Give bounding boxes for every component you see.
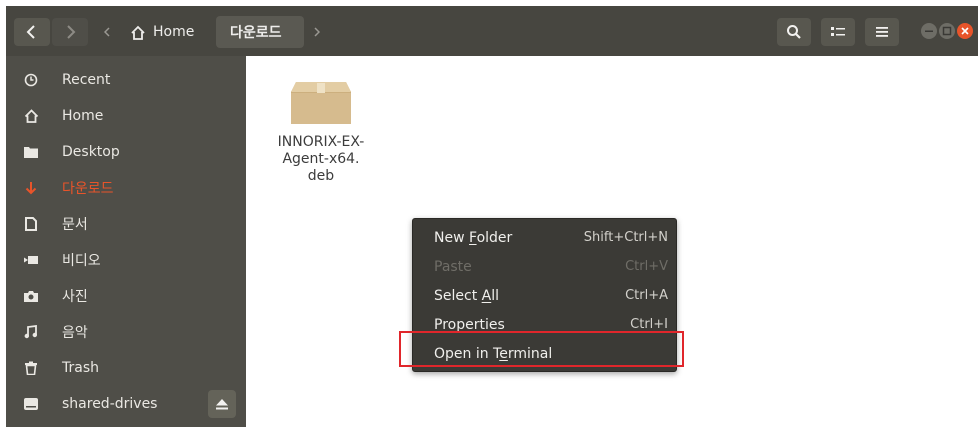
- minimize-icon: [925, 30, 933, 32]
- sidebar-item-videos[interactable]: 비디오: [6, 242, 246, 278]
- sidebar-item-label: 비디오: [62, 253, 101, 269]
- menu-item-accelerator: Ctrl+V: [625, 259, 668, 274]
- eject-button[interactable]: [208, 390, 236, 418]
- close-button[interactable]: [957, 23, 973, 39]
- music-icon: [20, 321, 42, 343]
- clock-icon: [20, 69, 42, 91]
- file-manager-window: Home 다운로드 Recent Home Desktop 다운로드 문서 비디…: [6, 6, 978, 427]
- sidebar-item-label: 음악: [62, 325, 88, 341]
- path-home-button[interactable]: Home: [120, 16, 212, 48]
- sidebar-item-music[interactable]: 음악: [6, 314, 246, 350]
- forward-button[interactable]: [52, 18, 88, 46]
- minimize-button[interactable]: [921, 23, 937, 39]
- highlight-annotation-box: [399, 331, 684, 367]
- file-name-line: INNORIX-EX-: [277, 134, 365, 150]
- chevron-right-icon: [67, 25, 76, 39]
- menu-button[interactable]: [865, 18, 899, 46]
- caret-left-icon: [104, 27, 110, 37]
- close-icon: [961, 27, 969, 35]
- sidebar-item-label: 사진: [62, 289, 88, 305]
- caret-right-icon: [314, 27, 320, 37]
- sidebar-item-trash[interactable]: Trash: [6, 350, 246, 386]
- download-arrow-icon: [20, 177, 42, 199]
- file-name-line: Agent-x64.: [282, 151, 360, 167]
- sidebar-item-pictures[interactable]: 사진: [6, 278, 246, 314]
- menu-item-select-all[interactable]: Select All Ctrl+A: [413, 281, 676, 310]
- camera-icon: [20, 285, 42, 307]
- menu-item-accelerator: Shift+Ctrl+N: [583, 230, 668, 245]
- menu-item-accelerator: Ctrl+I: [630, 317, 668, 332]
- sidebar-item-label: shared-drives: [62, 396, 158, 412]
- sidebar: Recent Home Desktop 다운로드 문서 비디오 사진 음악 Tr…: [6, 56, 246, 427]
- maximize-icon: [942, 26, 952, 36]
- sidebar-item-shared-drives[interactable]: shared-drives: [6, 386, 246, 422]
- sidebar-item-label: 다운로드: [62, 181, 114, 197]
- hamburger-menu-icon: [876, 27, 888, 37]
- sidebar-item-label: Home: [62, 108, 104, 124]
- file-item[interactable]: INNORIX-EX- Agent-x64. deb: [262, 74, 380, 185]
- header-bar: Home 다운로드: [6, 6, 978, 56]
- file-name: INNORIX-EX- Agent-x64. deb: [262, 134, 380, 185]
- sidebar-item-documents[interactable]: 문서: [6, 206, 246, 242]
- sidebar-item-desktop[interactable]: Desktop: [6, 134, 246, 170]
- sidebar-item-label: Recent: [62, 72, 111, 88]
- back-button[interactable]: [14, 18, 50, 46]
- path-scroll-right-button[interactable]: [308, 16, 326, 48]
- path-home-label: Home: [153, 24, 195, 40]
- document-icon: [20, 213, 42, 235]
- video-icon: [20, 249, 42, 271]
- menu-item-label: New Folder: [434, 229, 513, 246]
- sidebar-item-recent[interactable]: Recent: [6, 62, 246, 98]
- drive-icon: [20, 393, 42, 415]
- sidebar-item-home[interactable]: Home: [6, 98, 246, 134]
- trash-icon: [20, 357, 42, 379]
- view-toggle-button[interactable]: [821, 18, 855, 46]
- search-icon: [787, 25, 801, 39]
- chevron-left-icon: [26, 25, 35, 39]
- list-view-icon: [831, 27, 845, 36]
- menu-item-label: Paste: [434, 258, 472, 275]
- home-icon: [20, 105, 42, 127]
- eject-icon: [216, 398, 228, 409]
- home-icon: [131, 25, 145, 40]
- file-name-line: deb: [307, 168, 335, 184]
- menu-item-accelerator: Ctrl+A: [625, 288, 668, 303]
- path-current-label: 다운로드: [230, 25, 282, 41]
- folder-icon: [20, 141, 42, 163]
- sidebar-item-label: Desktop: [62, 144, 120, 160]
- sidebar-item-downloads[interactable]: 다운로드: [6, 170, 246, 206]
- sidebar-item-label: Trash: [62, 360, 99, 376]
- path-current-button[interactable]: 다운로드: [216, 16, 304, 48]
- package-icon: [291, 82, 351, 124]
- path-scroll-left-button[interactable]: [98, 16, 116, 48]
- menu-item-new-folder[interactable]: New Folder Shift+Ctrl+N: [413, 223, 676, 252]
- menu-item-paste: Paste Ctrl+V: [413, 252, 676, 281]
- menu-item-label: Select All: [434, 287, 499, 304]
- search-button[interactable]: [777, 18, 811, 46]
- sidebar-item-label: 문서: [62, 217, 88, 233]
- maximize-button[interactable]: [939, 23, 955, 39]
